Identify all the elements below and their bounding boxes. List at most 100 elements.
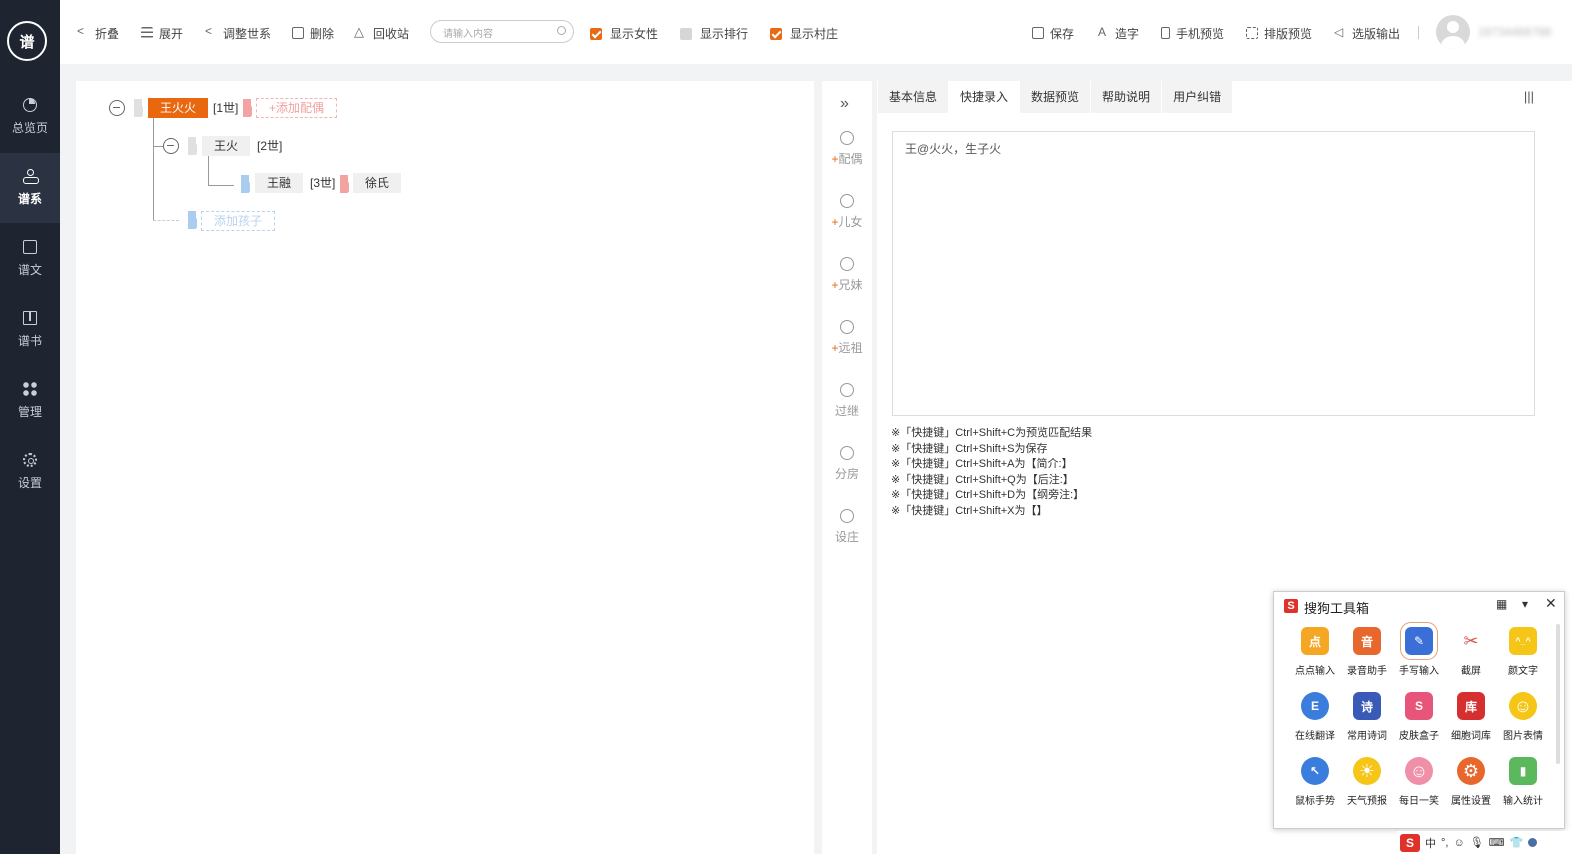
- ime-mode[interactable]: 中: [1425, 835, 1436, 851]
- smiley-icon: ☺: [1509, 692, 1537, 720]
- sidebar-item-overview[interactable]: 总览页: [0, 82, 60, 152]
- mobile-preview-button[interactable]: 手机预览: [1161, 25, 1224, 41]
- sogou-tool-dictionary[interactable]: 库细胞词库: [1447, 692, 1495, 742]
- family-tree-canvas[interactable]: 王火火 [1世] +添加配偶 王火 [2世] 王融 [3世] 徐氏 添加孩子: [76, 81, 814, 854]
- emoji-icon[interactable]: ☺: [1453, 837, 1464, 849]
- sogou-tool-translate[interactable]: E 在线翻译: [1291, 692, 1339, 742]
- scrollbar[interactable]: [1556, 624, 1560, 764]
- delete-button[interactable]: 删除: [292, 25, 334, 41]
- sogou-tool-weather[interactable]: ☀ 天气预报: [1343, 757, 1391, 807]
- close-icon[interactable]: ✕: [1545, 595, 1557, 612]
- tool-siblings[interactable]: +兄妹: [822, 257, 872, 293]
- male-person-icon: [241, 175, 250, 193]
- layout-preview-button[interactable]: 排版预览: [1246, 25, 1312, 41]
- female-person-icon: [340, 175, 349, 193]
- tool-ancestor[interactable]: +远祖: [822, 320, 872, 356]
- baby-icon: [840, 194, 854, 208]
- tree-node-child[interactable]: 王火: [202, 136, 251, 156]
- sidebar-item-books[interactable]: 谱书: [0, 295, 60, 365]
- sidebar-item-label: 总览页: [11, 121, 48, 135]
- sogou-tool-properties[interactable]: ⚙ 属性设置: [1447, 757, 1495, 807]
- male-person-icon: [188, 137, 197, 155]
- pencil-icon: ✎: [1400, 622, 1438, 660]
- sogou-toolbox-title: 搜狗工具箱: [1304, 601, 1370, 616]
- sogou-tool-voice[interactable]: 音录音助手: [1343, 627, 1391, 677]
- create-char-button[interactable]: 造字: [1097, 25, 1139, 41]
- tab-help[interactable]: 帮助说明: [1091, 81, 1162, 113]
- punctuation-mode[interactable]: °,: [1441, 837, 1448, 849]
- sidebar-item-settings[interactable]: 设置: [0, 437, 60, 507]
- shortcut-hints: ※「快捷键」Ctrl+Shift+C为预览匹配结果 ※「快捷键」Ctrl+Shi…: [891, 426, 1092, 520]
- recycle-bin-button[interactable]: 回收站: [354, 24, 409, 41]
- selected-output-button[interactable]: 选版输出: [1334, 25, 1400, 41]
- search-input[interactable]: 请输入内容: [430, 20, 574, 43]
- microphone-icon[interactable]: 🎙: [1470, 836, 1484, 849]
- sogou-tool-daily-joke[interactable]: ☺ 每日一笑: [1395, 757, 1443, 807]
- username[interactable]: 18734466788: [1478, 25, 1551, 39]
- collapse-panel-icon[interactable]: |||: [1524, 89, 1534, 104]
- trash-icon: [292, 27, 304, 39]
- tool-branch[interactable]: 分房: [822, 446, 872, 482]
- collapse-node-button[interactable]: [163, 138, 179, 154]
- kaomoji-icon: ^_^: [1509, 627, 1537, 655]
- landscape-icon: [840, 509, 854, 523]
- notebook-icon: 诗: [1353, 692, 1381, 720]
- sogou-tool-handwriting[interactable]: ✎ 手写输入: [1395, 622, 1443, 677]
- grid-view-icon[interactable]: ▦: [1496, 597, 1507, 611]
- sidebar-item-manage[interactable]: 管理: [0, 366, 60, 436]
- sogou-ime-icon[interactable]: S: [1400, 833, 1420, 852]
- sidebar-item-lineage[interactable]: 谱系: [0, 153, 60, 223]
- tree-connector: [208, 155, 209, 185]
- mouse-icon: ↖: [1301, 757, 1329, 785]
- sogou-toolbox-popup: S 搜狗工具箱 ▦ ▾ ✕ 点点点输入 音录音助手 ✎ 手写输入 ✂ 截屏 ^_^ 颜…: [1273, 591, 1565, 829]
- tree-node-root[interactable]: 王火火: [148, 98, 209, 118]
- expand-button[interactable]: 展开: [141, 25, 183, 41]
- quick-entry-textarea[interactable]: 王@火火，生子火: [892, 131, 1535, 416]
- sogou-tool-skin[interactable]: S 皮肤盒子: [1395, 692, 1443, 742]
- sogou-tool-kaomoji[interactable]: ^_^ 颜文字: [1499, 627, 1547, 677]
- laugh-icon: ☺: [1405, 757, 1433, 785]
- chevron-double-right-icon[interactable]: »: [840, 95, 849, 113]
- sogou-tool-emoji[interactable]: ☺ 图片表情: [1499, 692, 1547, 742]
- tool-adoption[interactable]: 过继: [822, 383, 872, 419]
- tab-data-preview[interactable]: 数据预览: [1020, 81, 1091, 113]
- tree-connector: [208, 185, 234, 186]
- sogou-tool-screenshot[interactable]: ✂ 截屏: [1447, 627, 1495, 677]
- tool-spouse[interactable]: +配偶: [822, 131, 872, 167]
- tab-quick-entry[interactable]: 快捷录入: [949, 81, 1020, 113]
- adjust-generation-button[interactable]: 调整世系: [205, 24, 271, 41]
- tree-node-grandchild[interactable]: 王融: [255, 173, 304, 193]
- share-icon: [840, 383, 854, 397]
- keyboard-icon[interactable]: ⌨: [1489, 836, 1505, 849]
- sogou-tool-statistics[interactable]: ▮ 输入统计: [1499, 757, 1547, 807]
- share-icon: [205, 24, 217, 39]
- collapse-node-button[interactable]: [109, 100, 125, 116]
- sogou-tool-mouse-gesture[interactable]: ↖ 鼠标手势: [1291, 757, 1339, 807]
- save-button[interactable]: 保存: [1032, 25, 1074, 41]
- audio-icon: 音: [1353, 627, 1381, 655]
- show-rank-checkbox[interactable]: 显示排行: [680, 25, 748, 42]
- sogou-tool-poetry[interactable]: 诗常用诗词: [1343, 692, 1391, 742]
- top-toolbar: 折叠 展开 调整世系 删除 回收站 请输入内容 显示女性 显示排行 显示村庄 保…: [60, 0, 1572, 64]
- sogou-tool-dot-input[interactable]: 点点点输入: [1291, 627, 1339, 677]
- list-icon: [141, 27, 153, 39]
- show-female-checkbox[interactable]: 显示女性: [590, 25, 658, 42]
- skin-icon[interactable]: 👕: [1510, 836, 1524, 849]
- add-spouse-button[interactable]: +添加配偶: [256, 98, 338, 118]
- tree-node-spouse[interactable]: 徐氏: [353, 173, 402, 193]
- fold-button[interactable]: 折叠: [77, 24, 119, 41]
- avatar[interactable]: [1436, 15, 1470, 49]
- tab-user-correction[interactable]: 用户纠错: [1162, 81, 1233, 113]
- hint-line: ※「快捷键」Ctrl+Shift+C为预览匹配结果: [891, 427, 1093, 439]
- hint-line: ※「快捷键」Ctrl+Shift+S为保存: [891, 442, 1048, 455]
- tool-children[interactable]: +儿女: [822, 194, 872, 230]
- chevron-down-icon[interactable]: ▾: [1522, 597, 1528, 611]
- checkbox-unchecked: [680, 27, 692, 40]
- app-logo[interactable]: 谱: [7, 21, 47, 61]
- show-village-checkbox[interactable]: 显示村庄: [770, 25, 838, 42]
- sidebar-item-articles[interactable]: 谱文: [0, 224, 60, 294]
- grid-icon[interactable]: [1528, 838, 1538, 847]
- tool-village[interactable]: 设庄: [822, 509, 872, 545]
- tab-basic-info[interactable]: 基本信息: [878, 81, 949, 113]
- add-child-button[interactable]: 添加孩子: [201, 211, 276, 231]
